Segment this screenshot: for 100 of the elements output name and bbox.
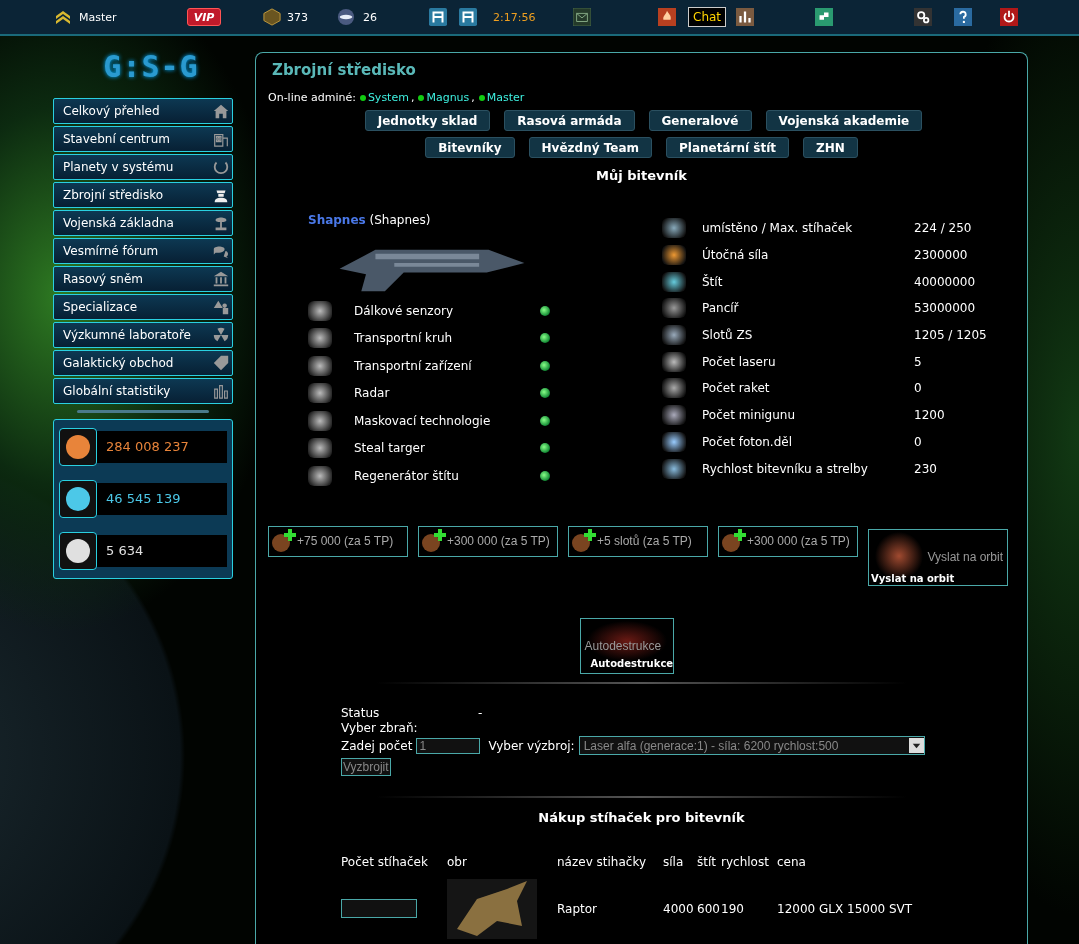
stat-label: Počet laseru bbox=[702, 354, 777, 369]
ship-class: (Shapnes) bbox=[369, 213, 431, 227]
section-title: Nákup stíhaček pro bitevník bbox=[537, 809, 746, 825]
sidebar-item[interactable]: Vesmírné fórum bbox=[53, 238, 233, 264]
resource-orb-icon bbox=[59, 532, 97, 570]
status-value: - bbox=[478, 706, 483, 720]
stat-label: umístěno / Max. stíhaček bbox=[702, 221, 854, 236]
stat-picture bbox=[662, 431, 686, 452]
admin-link[interactable]: System bbox=[367, 91, 409, 104]
count-field[interactable]: 1 bbox=[416, 737, 481, 754]
help-icon[interactable] bbox=[954, 8, 973, 26]
armament-label: Vyber výzbroj: bbox=[488, 738, 575, 753]
stat-value: 0 bbox=[914, 434, 922, 449]
resource-value: 284 008 237 bbox=[97, 431, 227, 463]
section-tab[interactable]: Bitevníky bbox=[425, 137, 515, 158]
status-label: Status bbox=[341, 706, 381, 720]
sidebar-item[interactable]: Stavební centrum bbox=[53, 126, 233, 152]
stat-value: 40000000 bbox=[914, 274, 976, 289]
sidebar-item[interactable]: Rasový sněm bbox=[53, 266, 233, 292]
self-destruct-button[interactable]: Autodestrukce Autodestrukce bbox=[579, 617, 674, 674]
stat-picture bbox=[662, 378, 686, 399]
power-icon[interactable] bbox=[1000, 8, 1019, 26]
bank-icon bbox=[212, 270, 230, 288]
module-name: Maskovací technologie bbox=[354, 413, 492, 428]
fighter-name: Raptor bbox=[557, 901, 599, 916]
section-tab[interactable]: Planetární štít bbox=[666, 137, 790, 158]
letter-a-icon[interactable] bbox=[459, 8, 477, 26]
upgrade-plus-icon bbox=[571, 529, 597, 553]
module-picture bbox=[308, 410, 332, 431]
stat-picture bbox=[662, 218, 686, 239]
stat-label: Slotů ZS bbox=[702, 328, 754, 343]
resource-value: 46 545 139 bbox=[97, 483, 227, 515]
section-tab[interactable]: Vojenská akademie bbox=[765, 110, 923, 131]
stat-picture bbox=[662, 325, 686, 346]
quantity-field[interactable] bbox=[341, 899, 417, 918]
upgrade-button[interactable]: +75 000 (za 5 TP) bbox=[268, 525, 408, 557]
radiation-icon bbox=[212, 326, 230, 344]
module-picture bbox=[308, 355, 332, 376]
chat-button[interactable]: Chat bbox=[688, 7, 727, 27]
upgrade-button[interactable]: +300 000 (za 5 TP) bbox=[418, 525, 558, 557]
stat-picture bbox=[662, 245, 686, 266]
game-logo: G:S-G bbox=[103, 50, 199, 84]
online-dot-icon bbox=[359, 94, 366, 101]
stat-value: 224 / 250 bbox=[914, 221, 972, 236]
resource-value: 5 634 bbox=[97, 535, 227, 567]
module-name: Radar bbox=[354, 386, 391, 401]
ship-name-link[interactable]: Shapnes bbox=[308, 213, 366, 227]
online-dot-icon bbox=[478, 94, 485, 101]
online-dot-icon bbox=[418, 94, 425, 101]
section-tab[interactable]: Hvězdný Team bbox=[528, 137, 653, 158]
section-tab[interactable]: Jednotky sklad bbox=[364, 110, 491, 131]
section-tab[interactable]: Rasová armáda bbox=[504, 110, 635, 131]
crate-count: 373 bbox=[287, 10, 309, 24]
table-cell-text: 190 bbox=[721, 901, 745, 916]
planet-icon[interactable] bbox=[337, 8, 355, 26]
admins-label: On-line adminé: bbox=[268, 91, 356, 104]
sidebar-item[interactable]: Výzkumné laboratoře bbox=[53, 322, 233, 348]
stat-picture bbox=[662, 458, 686, 479]
stat-value: 53000000 bbox=[914, 301, 976, 316]
count-label: Zadej počet bbox=[341, 738, 413, 753]
settings-icon[interactable] bbox=[914, 8, 933, 26]
column-header: Počet stíhaček bbox=[341, 854, 429, 869]
admin-link[interactable]: Magnus bbox=[426, 91, 470, 104]
sidebar-item[interactable]: Vojenská základna bbox=[53, 210, 233, 236]
panel-title: Zbrojní středisko bbox=[272, 61, 417, 79]
column-header: síla bbox=[663, 854, 685, 869]
module-picture bbox=[308, 438, 332, 459]
module-picture bbox=[308, 383, 332, 404]
sidebar-item[interactable]: Planety v systému bbox=[53, 154, 233, 180]
armament-dropdown[interactable]: Laser alfa (generace:1) - síla: 6200 rychlost:500 bbox=[578, 736, 925, 755]
send-to-orbit-button[interactable]: Vyslat na orbit Vyslat na orbit bbox=[868, 528, 1008, 586]
sidebar-item[interactable]: Galaktický obchod bbox=[53, 350, 233, 376]
admin-link[interactable]: Master bbox=[486, 91, 525, 104]
arm-button[interactable]: Vyzbrojit bbox=[341, 757, 391, 776]
upgrade-button[interactable]: +300 000 (za 5 TP) bbox=[718, 525, 858, 557]
column-header: název stihačky bbox=[557, 854, 648, 869]
section-tab[interactable]: ZHN bbox=[803, 137, 858, 158]
planet-count: 26 bbox=[363, 10, 378, 24]
stat-picture bbox=[662, 271, 686, 292]
sidebar-item[interactable]: Specializace bbox=[53, 294, 233, 320]
chevron-icon bbox=[55, 10, 71, 24]
weapon-label: Vyber zbraň: bbox=[341, 721, 418, 735]
sidebar-item[interactable]: Zbrojní středisko bbox=[53, 182, 233, 208]
module-name: Regenerátor štítu bbox=[354, 468, 460, 483]
table-cell-text: 12000 GLX 15000 SVT bbox=[777, 901, 914, 916]
column-header: štít bbox=[697, 854, 717, 869]
section-tab[interactable]: Generalové bbox=[648, 110, 752, 131]
stat-label: Počet raket bbox=[702, 381, 771, 396]
upgrade-button[interactable]: +5 slotů (za 5 TP) bbox=[568, 525, 708, 557]
separator: , bbox=[471, 91, 475, 104]
mail-icon[interactable] bbox=[573, 8, 591, 26]
sidebar-item[interactable]: Globální statistiky bbox=[53, 378, 233, 404]
upgrade-plus-icon bbox=[271, 529, 297, 553]
vip-button[interactable]: VIP bbox=[187, 8, 221, 26]
sidebar-item[interactable]: Celkový přehled bbox=[53, 98, 233, 124]
letter-a-icon[interactable] bbox=[429, 8, 447, 26]
module-picture bbox=[308, 300, 332, 321]
stat-label: Počet minigunu bbox=[702, 408, 797, 423]
upgrade-plus-icon bbox=[721, 529, 747, 553]
bar-chart-icon[interactable] bbox=[736, 8, 755, 26]
